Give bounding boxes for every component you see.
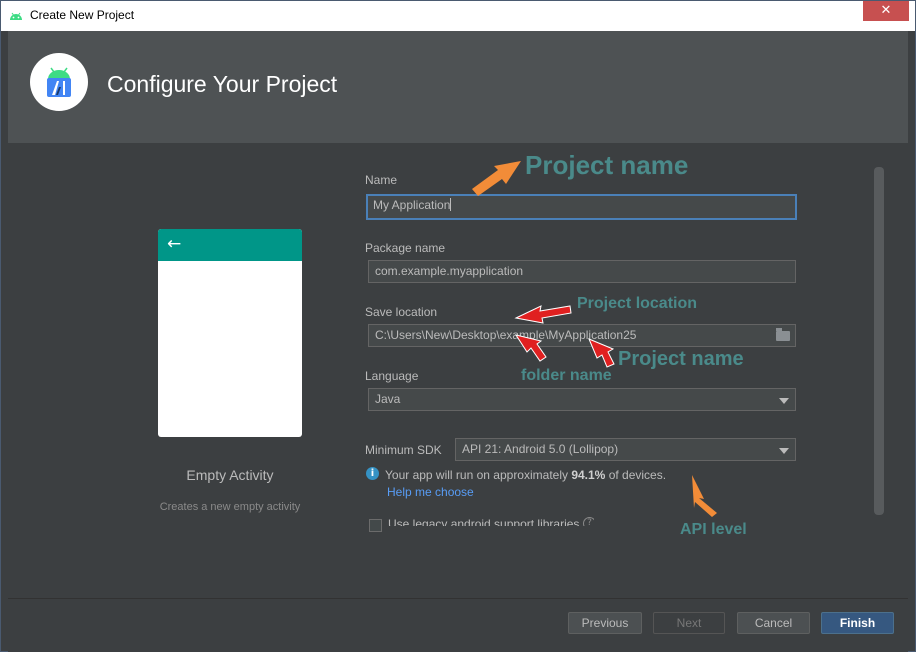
close-icon: ✕ xyxy=(880,3,892,18)
annotation-api-level: API level xyxy=(680,521,747,538)
device-coverage-text: Your app will run on approximately 94.1%… xyxy=(385,468,666,482)
name-input[interactable]: My Application xyxy=(366,194,797,220)
help-glyph: ? xyxy=(583,517,594,526)
preview-toolbar: ← xyxy=(158,229,302,261)
language-label: Language xyxy=(365,369,419,383)
package-name-value: com.example.myapplication xyxy=(375,264,524,278)
annotation-project-name-bottom: Project name xyxy=(618,348,744,370)
save-location-value: C:\Users\New\Desktop\example\MyApplicati… xyxy=(375,328,637,342)
annotation-project-location: Project location xyxy=(577,295,698,312)
text-caret xyxy=(450,198,452,211)
save-location-input[interactable]: C:\Users\New\Desktop\example\MyApplicati… xyxy=(368,324,796,347)
save-location-label: Save location xyxy=(365,305,438,319)
back-arrow-icon: ← xyxy=(167,234,182,254)
annotation-project-name-top: Project name xyxy=(525,150,689,180)
package-name-input[interactable]: com.example.myapplication xyxy=(368,260,796,283)
cancel-button[interactable]: Cancel xyxy=(737,612,810,634)
min-sdk-value: API 21: Android 5.0 (Lollipop) xyxy=(462,442,619,456)
name-label: Name xyxy=(365,173,398,187)
dialog-window: Create New Project ✕ Configure Your Proj… xyxy=(0,0,916,652)
legacy-support-checkbox[interactable] xyxy=(369,519,382,532)
vertical-scrollbar[interactable] xyxy=(874,167,884,515)
chevron-down-icon xyxy=(779,448,789,454)
min-sdk-select[interactable]: API 21: Android 5.0 (Lollipop) xyxy=(455,438,796,461)
coverage-percent: 94.1% xyxy=(571,468,606,482)
language-select[interactable]: Java xyxy=(368,388,796,411)
package-name-label: Package name xyxy=(365,241,446,255)
chevron-down-icon xyxy=(779,398,789,404)
title-bar: Create New Project ✕ xyxy=(1,1,915,31)
template-name: Empty Activity xyxy=(186,467,274,483)
help-me-choose-link[interactable]: Help me choose xyxy=(387,485,474,499)
coverage-suffix: of devices. xyxy=(605,468,667,482)
annotation-folder-name: folder name xyxy=(521,367,612,384)
min-sdk-label: Minimum SDK xyxy=(365,443,442,457)
name-input-value: My Application xyxy=(373,198,451,212)
help-icon[interactable]: ? xyxy=(583,517,594,526)
folder-icon[interactable] xyxy=(776,328,790,341)
android-studio-icon xyxy=(47,67,71,97)
android-studio-icon xyxy=(10,12,22,20)
previous-button[interactable]: Previous xyxy=(568,612,642,634)
window-title: Create New Project xyxy=(30,8,135,22)
next-button[interactable]: Next xyxy=(653,612,725,634)
finish-button[interactable]: Finish xyxy=(821,612,894,634)
android-studio-logo xyxy=(30,53,88,111)
activity-preview: ← xyxy=(158,229,302,437)
template-description: Creates a new empty activity xyxy=(159,501,301,513)
language-value: Java xyxy=(375,392,401,406)
legacy-support-label: Use legacy android.support libraries xyxy=(388,517,580,526)
close-button[interactable]: ✕ xyxy=(863,1,909,21)
coverage-prefix: Your app will run on approximately xyxy=(385,468,572,482)
header-panel: Configure Your Project xyxy=(8,31,908,143)
footer-bar: Previous Next Cancel Finish xyxy=(8,598,908,652)
content-area: ← Empty Activity Creates a new empty act… xyxy=(8,143,908,598)
page-title: Configure Your Project xyxy=(107,71,338,97)
info-icon: i xyxy=(366,467,379,480)
